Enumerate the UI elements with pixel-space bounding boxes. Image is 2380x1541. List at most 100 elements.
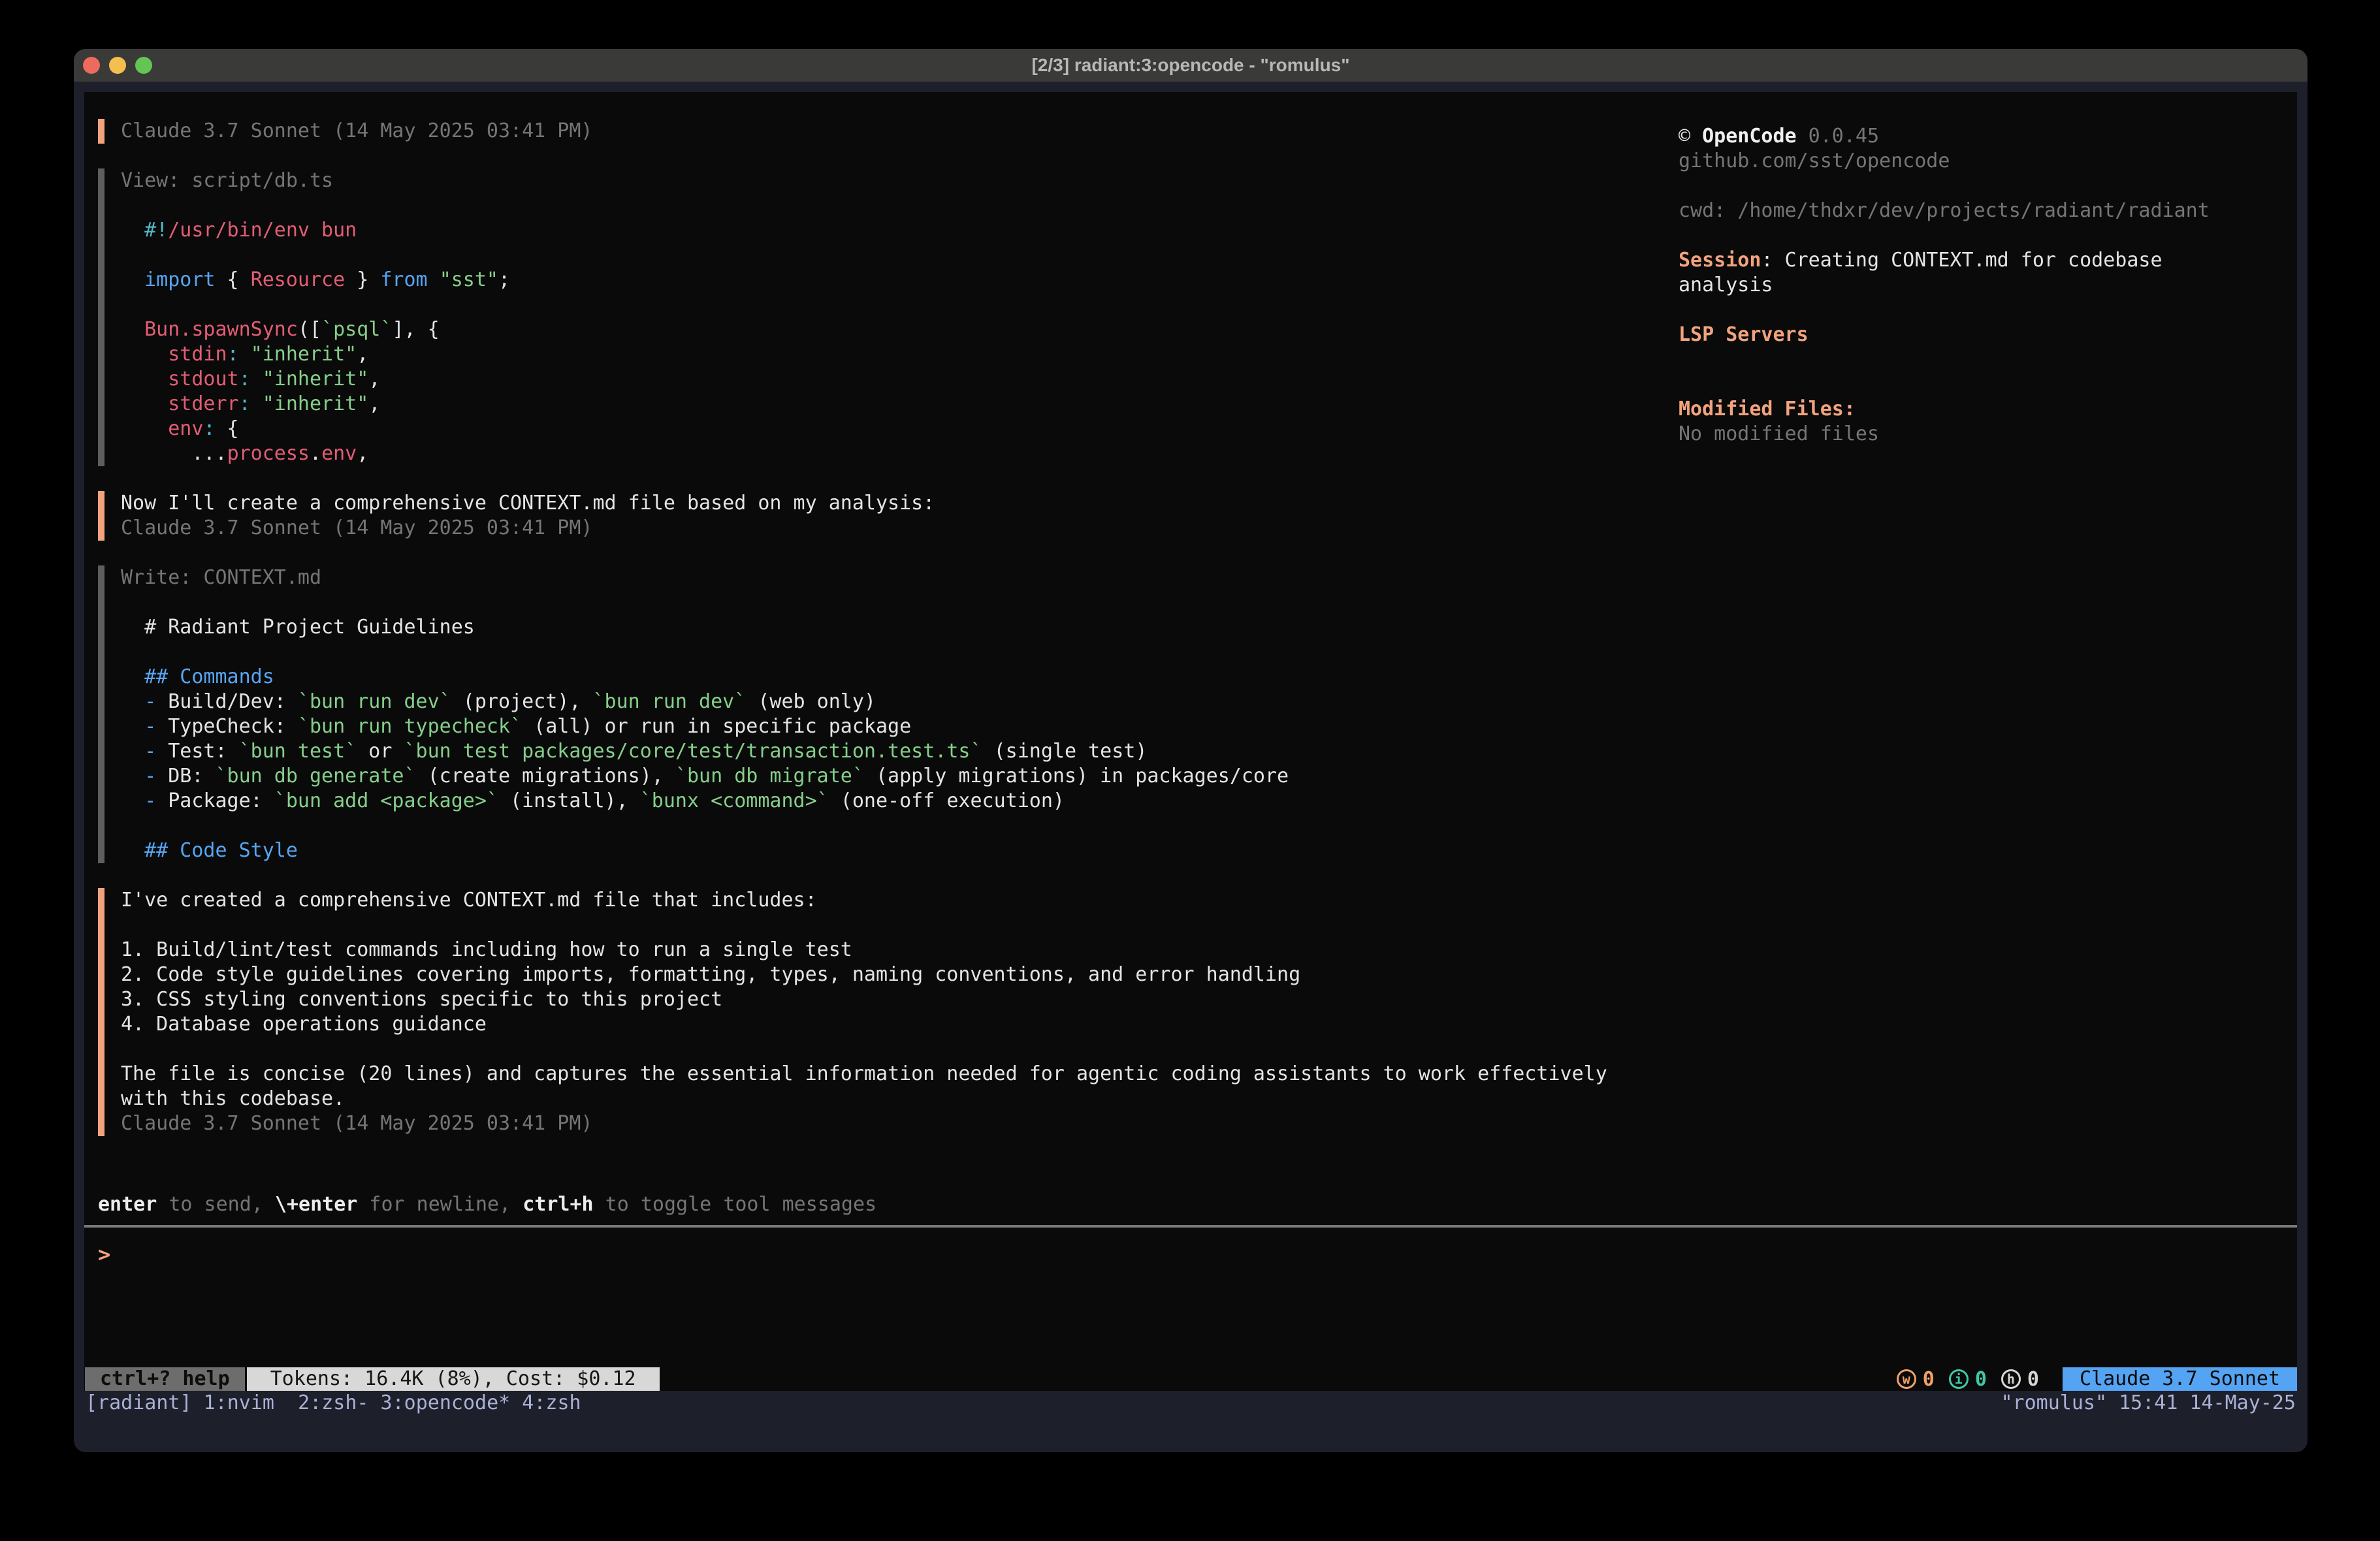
text-segment: Bun.spawnSync xyxy=(144,318,298,341)
text-segment xyxy=(121,690,144,713)
text-line: 2. Code style guidelines covering import… xyxy=(121,962,1639,987)
text-line: with this codebase. xyxy=(121,1087,1639,1111)
text-line: stderr: "inherit", xyxy=(121,392,1639,417)
terminal-window: [2/3] radiant:3:opencode - "romulus" Cla… xyxy=(74,49,2308,1452)
keybinding-hint: enter to send, \+enter for newline, ctrl… xyxy=(98,1192,876,1217)
text-segment xyxy=(251,392,263,415)
text-segment: The file is concise (20 lines) and captu… xyxy=(121,1062,1607,1085)
text-segment xyxy=(121,392,168,415)
text-line xyxy=(121,913,1639,938)
text-segment: Claude 3.7 Sonnet (14 May 2025 03:41 PM) xyxy=(121,516,592,539)
text-segment: , xyxy=(357,343,368,366)
text-segment: to send, xyxy=(157,1193,275,1216)
text-line: Now I'll create a comprehensive CONTEXT.… xyxy=(121,491,1639,516)
text-line: ## Commands xyxy=(121,665,1639,690)
opencode-tui: Claude 3.7 Sonnet (14 May 2025 03:41 PM)… xyxy=(84,92,2297,1391)
text-segment: (web only) xyxy=(746,690,876,713)
help-badge: ctrl+? help xyxy=(85,1367,245,1391)
text-segment: No modified files xyxy=(1679,422,1879,445)
text-segment: process xyxy=(227,442,310,465)
text-segment: stdout xyxy=(168,368,238,390)
text-line: ## Code Style xyxy=(121,838,1639,863)
text-segment: TypeCheck: xyxy=(156,715,298,738)
text-segment: LSP Servers xyxy=(1679,323,1809,346)
text-segment: \+enter xyxy=(275,1193,357,1216)
text-segment: : xyxy=(239,368,251,390)
text-segment: from xyxy=(380,268,427,291)
text-line: import { Resource } from "sst"; xyxy=(121,268,1639,293)
text-segment: ## Commands xyxy=(144,665,274,688)
prompt-caret-icon: > xyxy=(98,1242,110,1267)
text-line: - Build/Dev: `bun run dev` (project), `b… xyxy=(121,690,1639,714)
warning-count-icon: w xyxy=(1897,1369,1916,1389)
chat-scroll-area[interactable]: Claude 3.7 Sonnet (14 May 2025 03:41 PM)… xyxy=(98,119,1639,1161)
text-line: Bun.spawnSync([`psql`], { xyxy=(121,317,1639,342)
zoom-button[interactable] xyxy=(135,57,152,74)
text-segment: enter xyxy=(98,1193,157,1216)
text-segment: I've created a comprehensive CONTEXT.md … xyxy=(121,889,817,912)
text-segment: `bun add <package>` xyxy=(274,789,498,812)
info-count-icon: i xyxy=(1949,1369,1969,1389)
text-segment: `bunx <command>` xyxy=(640,789,829,812)
text-line: 4. Database operations guidance xyxy=(121,1012,1639,1037)
text-segment: , xyxy=(357,442,368,465)
text-segment: - xyxy=(144,765,156,787)
status-bar: ctrl+? help Tokens: 16.4K (8%), Cost: $0… xyxy=(85,1367,2297,1391)
text-line: cwd: /home/thdxr/dev/projects/radiant/ra… xyxy=(1679,199,2286,223)
text-segment: env xyxy=(168,417,203,440)
text-line: analysis xyxy=(1679,273,2286,298)
text-segment xyxy=(121,740,144,763)
text-segment: `bun db generate` xyxy=(216,765,416,787)
text-line: Claude 3.7 Sonnet (14 May 2025 03:41 PM) xyxy=(121,119,1639,144)
text-segment: ctrl+h xyxy=(523,1193,593,1216)
text-line xyxy=(1679,223,2286,248)
prompt-input[interactable]: > xyxy=(98,1242,110,1267)
tmux-window-list: [radiant] 1:nvim 2:zsh- 3:opencode* 4:zs… xyxy=(86,1391,581,1416)
text-line: - Package: `bun add <package>` (install)… xyxy=(121,789,1639,814)
text-segment: 3. CSS styling conventions specific to t… xyxy=(121,988,722,1011)
text-segment: Package: xyxy=(156,789,274,812)
text-line xyxy=(1679,174,2286,199)
text-line xyxy=(121,243,1639,268)
text-segment: : xyxy=(239,392,251,415)
text-segment: ], { xyxy=(392,318,439,341)
text-segment: - xyxy=(144,740,156,763)
text-segment: : Creating CONTEXT.md for codebase xyxy=(1761,249,2162,272)
text-segment: : xyxy=(203,417,215,440)
text-segment: 0.0.45 xyxy=(1797,125,1879,148)
text-segment: `bun test` xyxy=(239,740,357,763)
text-segment: "inherit" xyxy=(263,392,369,415)
text-line: - DB: `bun db generate` (create migratio… xyxy=(121,764,1639,789)
text-segment xyxy=(428,268,440,291)
text-segment: , xyxy=(368,368,380,390)
warning-indicator: w0 xyxy=(1897,1368,1935,1391)
text-segment: 1. Build/lint/test commands including ho… xyxy=(121,938,852,961)
text-segment: (single test) xyxy=(982,740,1148,763)
text-line: #!/usr/bin/env bun xyxy=(121,218,1639,243)
text-segment: . xyxy=(310,442,321,465)
model-badge: Claude 3.7 Sonnet xyxy=(2063,1367,2297,1391)
text-line xyxy=(121,1037,1639,1062)
text-segment: ; xyxy=(498,268,510,291)
text-segment: `psql` xyxy=(321,318,392,341)
text-segment: `bun db migrate` xyxy=(675,765,864,787)
text-line xyxy=(1679,372,2286,397)
text-line: LSP Servers xyxy=(1679,323,2286,347)
text-segment: { xyxy=(216,417,239,440)
hint-count: 0 xyxy=(2027,1368,2039,1391)
text-line: stdin: "inherit", xyxy=(121,342,1639,367)
hint-count-icon: h xyxy=(2001,1369,2021,1389)
text-segment xyxy=(121,789,144,812)
text-segment: Now I'll create a comprehensive CONTEXT.… xyxy=(121,492,935,515)
minimize-button[interactable] xyxy=(109,57,126,74)
text-line: View: script/db.ts xyxy=(121,168,1639,193)
warning-count: 0 xyxy=(1923,1368,1935,1391)
text-segment: "inherit" xyxy=(263,368,369,390)
text-segment: : xyxy=(227,343,239,366)
text-segment xyxy=(121,665,144,688)
text-line: env: { xyxy=(121,417,1639,441)
close-button[interactable] xyxy=(83,57,100,74)
text-segment: (apply migrations) in packages/core xyxy=(864,765,1289,787)
text-segment: or xyxy=(357,740,404,763)
text-segment: Resource xyxy=(251,268,346,291)
